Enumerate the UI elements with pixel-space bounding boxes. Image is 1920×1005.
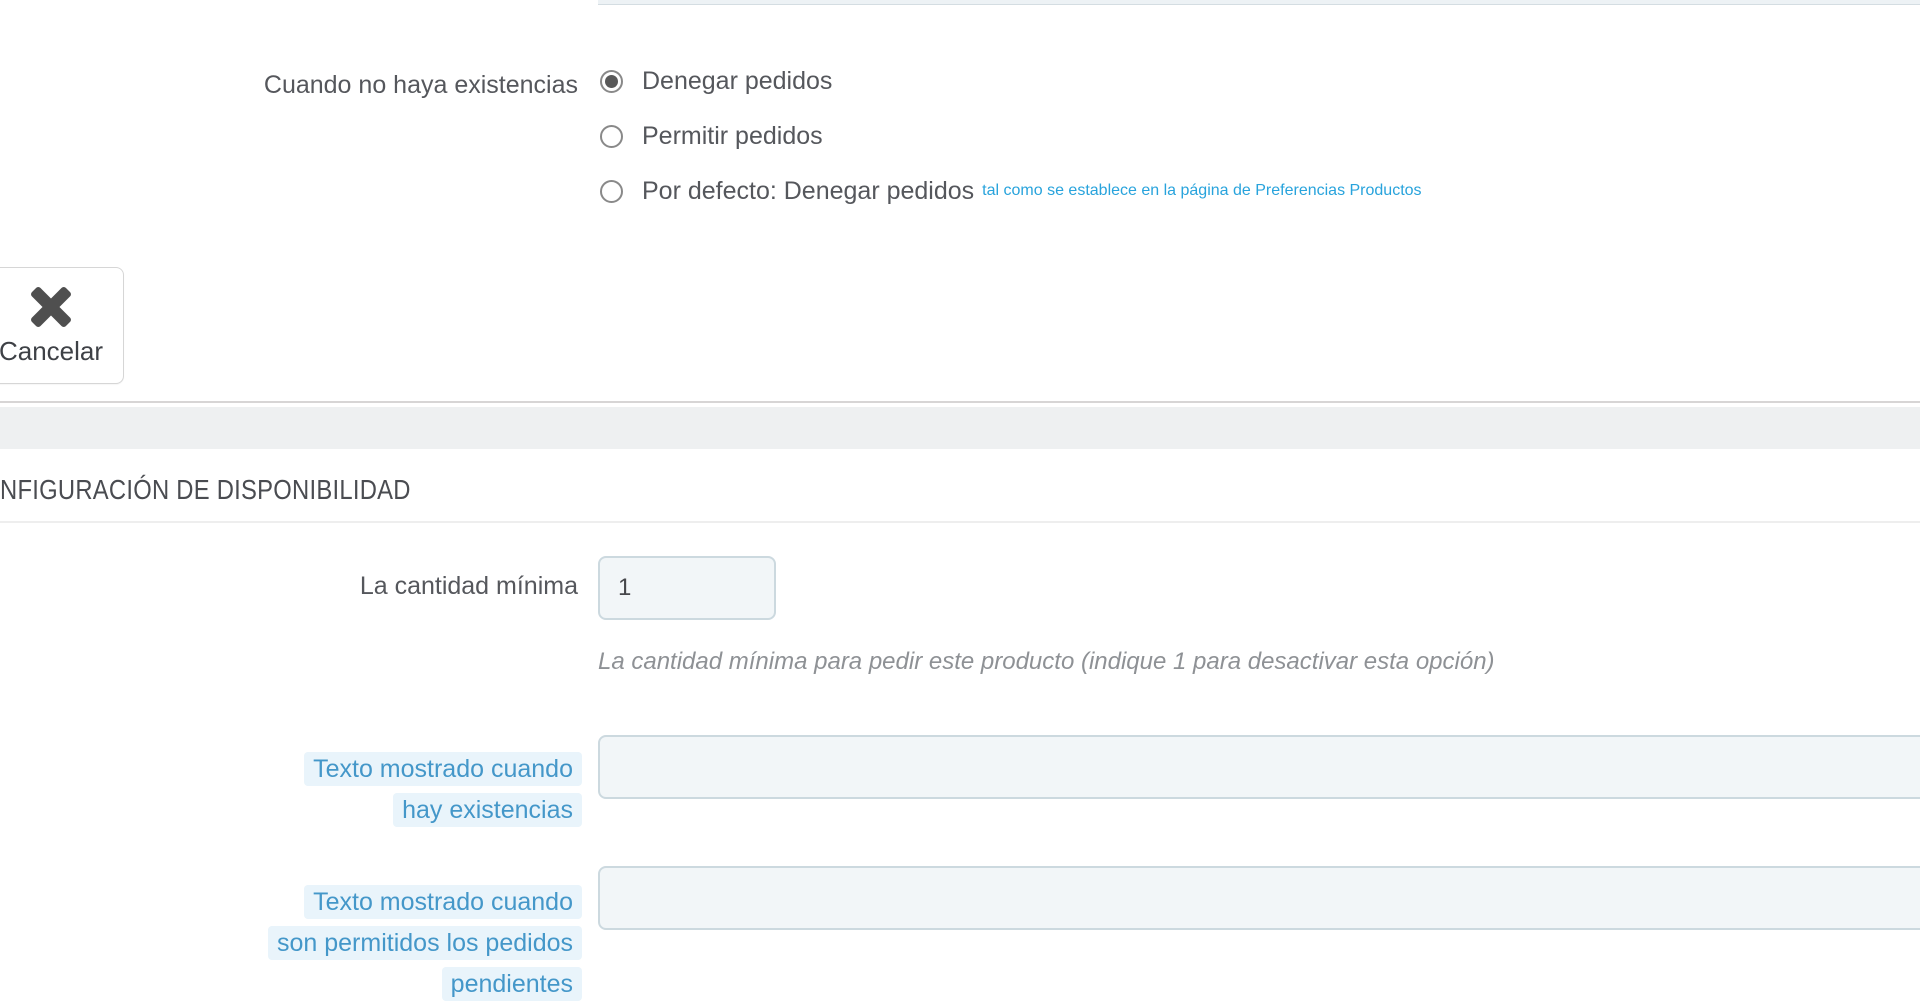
heading-underline — [0, 521, 1920, 523]
cancel-button[interactable]: Cancelar — [0, 267, 124, 384]
radio-option-allow-orders[interactable]: Permitir pedidos — [600, 121, 1422, 150]
radio-option-label: Por defecto: Denegar pedidos — [642, 176, 975, 205]
radio-option-label: Permitir pedidos — [642, 121, 823, 150]
in-stock-text-label-highlight: Texto mostrado cuando hay existencias — [304, 752, 582, 827]
cancel-x-icon — [27, 285, 75, 329]
radio-option-label: Denegar pedidos — [642, 66, 833, 95]
in-stock-text-label: Texto mostrado cuando hay existencias — [0, 749, 582, 831]
out-of-stock-label: Cuando no haya existencias — [263, 71, 578, 99]
cropped-field-above-edge — [598, 0, 1920, 5]
backorder-text-label: Texto mostrado cuando son permitidos los… — [0, 882, 582, 1005]
radio-unselected-icon[interactable] — [600, 179, 623, 203]
backorder-text-input[interactable] — [598, 866, 1920, 930]
radio-option-deny-orders[interactable]: Denegar pedidos — [600, 66, 1422, 95]
backorder-text-label-highlight: Texto mostrado cuando son permitidos los… — [268, 885, 582, 1001]
panel-gap — [0, 407, 1920, 449]
radio-selected-icon[interactable] — [600, 69, 623, 93]
radio-option-default-behaviour[interactable]: Por defecto: Denegar pedidos tal como se… — [600, 176, 1422, 205]
min-quantity-label: La cantidad mínima — [359, 572, 578, 600]
product-form-page: { "colors": { "link_blue": "#28a3dc", "t… — [0, 0, 1920, 1001]
min-quantity-help-text: La cantidad mínima para pedir este produ… — [598, 648, 1495, 675]
radio-unselected-icon[interactable] — [600, 124, 623, 148]
panel-bottom-border — [0, 401, 1920, 403]
availability-section-heading: NFIGURACIÓN DE DISPONIBILIDAD — [0, 474, 411, 505]
cancel-button-label: Cancelar — [0, 335, 104, 366]
in-stock-text-input[interactable] — [598, 735, 1920, 799]
min-quantity-input[interactable] — [598, 556, 776, 620]
out-of-stock-radio-group: Denegar pedidos Permitir pedidos Por def… — [600, 66, 1422, 233]
product-preferences-link[interactable]: tal como se establece en la página de Pr… — [982, 182, 1421, 200]
